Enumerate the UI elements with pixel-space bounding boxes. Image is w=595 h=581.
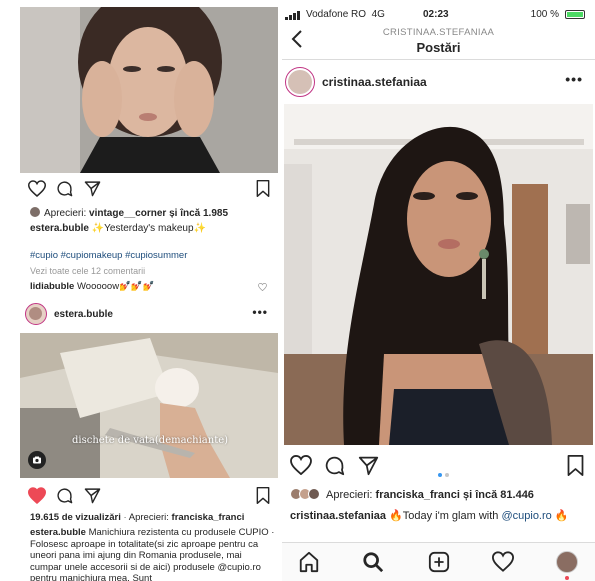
likes-user[interactable]: vintage__corner: [89, 208, 166, 219]
status-bar: Vodafone RO 4G 02:23 100 %: [282, 8, 595, 22]
views-count[interactable]: 19.615 de vizualizări: [30, 512, 121, 523]
post1-caption: estera.buble ✨Yesterday's makeup✨: [30, 223, 206, 234]
page: Aprecieri: vintage__corner și încă 1.985…: [0, 0, 595, 581]
caption-end: 🔥: [554, 510, 569, 522]
battery-icon: [565, 10, 585, 19]
liker-avatars: [290, 488, 322, 500]
heart-icon[interactable]: [290, 455, 312, 475]
heart-icon[interactable]: [28, 487, 46, 504]
likes-label: Aprecieri:: [326, 489, 373, 501]
activity-icon[interactable]: [492, 551, 514, 572]
post-username[interactable]: cristinaa.stefaniaa: [322, 75, 427, 89]
notification-dot: [565, 576, 569, 580]
post1-image[interactable]: [20, 7, 278, 173]
nav-account: CRISTINAA.STEFANIAA: [382, 27, 495, 38]
share-icon[interactable]: [358, 455, 379, 476]
avatar[interactable]: [285, 67, 315, 97]
post-image[interactable]: [284, 104, 593, 445]
likes-rest[interactable]: și încă 1.985: [169, 208, 228, 219]
comment-text: Wooooow💅💅💅: [76, 281, 155, 292]
caption-text: ✨Yesterday's makeup✨: [91, 223, 206, 234]
comment-icon[interactable]: [324, 455, 345, 476]
likes-user[interactable]: franciska_franci: [172, 512, 245, 523]
home-icon[interactable]: [298, 551, 320, 573]
bottom-tab-bar: [282, 542, 595, 581]
video-overlay-text: dischete de vata(demachiante): [72, 435, 229, 446]
page-title: Postări: [416, 40, 461, 55]
phone-screen: Vodafone RO 4G 02:23 100 % CRISTINAA.STE…: [282, 0, 595, 581]
likes-label: Aprecieri:: [128, 512, 169, 523]
post-actions: [290, 455, 588, 477]
comment-heart-icon[interactable]: [258, 283, 267, 291]
post1-actions: [28, 180, 272, 198]
more-icon[interactable]: •••: [252, 305, 268, 319]
post2-video[interactable]: dischete de vata(demachiante): [20, 333, 278, 478]
post1-comment: lidiabuble Wooooow💅💅💅: [30, 281, 155, 292]
bookmark-icon[interactable]: [567, 455, 584, 476]
post1-likes: Aprecieri: vintage__corner și încă 1.985: [30, 207, 228, 219]
avatar[interactable]: [25, 303, 47, 325]
search-icon[interactable]: [362, 551, 384, 573]
comment-icon[interactable]: [56, 180, 73, 197]
post2-username[interactable]: estera.buble: [54, 309, 113, 320]
post1-hashtags[interactable]: #cupio #cupiomakeup #cupiosummer: [30, 250, 187, 261]
liker-avatar: [30, 207, 40, 217]
left-feed: Aprecieri: vintage__corner și încă 1.985…: [0, 0, 280, 581]
more-icon[interactable]: •••: [565, 71, 583, 87]
heart-icon[interactable]: [28, 180, 46, 197]
post-caption: cristinaa.stefaniaa 🔥Today i'm glam with…: [290, 509, 590, 523]
likes-user[interactable]: franciska_franci: [376, 489, 460, 501]
post2-header: estera.buble •••: [20, 298, 278, 330]
clock: 02:23: [423, 9, 449, 20]
caption-user[interactable]: estera.buble: [30, 223, 89, 234]
nav-bar: CRISTINAA.STEFANIAA Postări: [282, 24, 595, 60]
comment-user[interactable]: lidiabuble: [30, 281, 74, 292]
likes-rest[interactable]: și încă 81.446: [463, 489, 534, 501]
bookmark-icon[interactable]: [256, 180, 270, 197]
post-header: cristinaa.stefaniaa •••: [282, 62, 595, 102]
battery-percent: 100 %: [530, 9, 559, 20]
carousel-indicator: [438, 464, 452, 482]
profile-tab-avatar[interactable]: [556, 551, 578, 573]
signal-icon: [285, 11, 300, 20]
bookmark-icon[interactable]: [256, 487, 270, 504]
view-all-comments-link[interactable]: Vezi toate cele 12 comentarii: [30, 266, 145, 276]
caption-user[interactable]: cristinaa.stefaniaa: [290, 510, 386, 522]
camera-icon[interactable]: [28, 451, 46, 469]
share-icon[interactable]: [84, 487, 101, 504]
post2-caption: estera.buble Manichiura rezistenta cu pr…: [30, 527, 275, 581]
share-icon[interactable]: [84, 180, 101, 197]
caption-user[interactable]: estera.buble: [30, 527, 86, 538]
likes-label: Aprecieri:: [44, 208, 87, 219]
carrier: Vodafone RO 4G: [306, 9, 385, 20]
post2-actions: [28, 487, 272, 505]
comment-icon[interactable]: [56, 487, 73, 504]
caption-text: 🔥Today i'm glam with: [389, 510, 499, 522]
post2-views: 19.615 de vizualizări · Aprecieri: franc…: [30, 512, 245, 523]
caption-mention[interactable]: @cupio.ro: [501, 510, 551, 522]
add-post-icon[interactable]: [428, 551, 450, 573]
post-likes: Aprecieri: franciska_franci și încă 81.4…: [290, 488, 534, 501]
